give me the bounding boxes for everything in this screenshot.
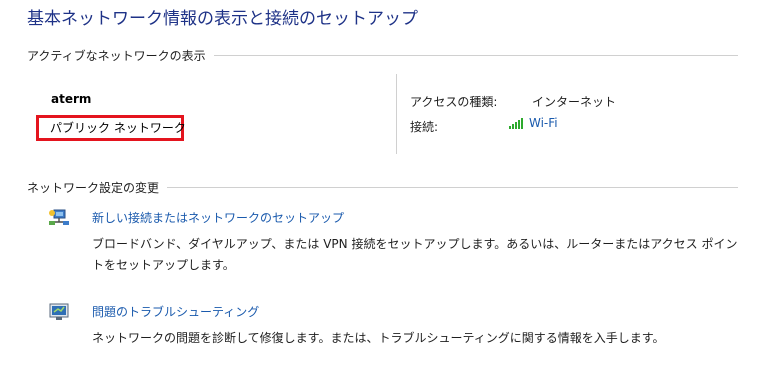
vertical-divider [396,74,397,154]
network-type-link[interactable]: パブリック ネットワーク [36,115,186,141]
network-name: aterm [51,92,92,106]
active-networks-label: アクティブなネットワークの表示 [27,48,206,63]
change-settings-header: ネットワーク設定の変更 [27,178,738,196]
section-divider [213,54,738,56]
troubleshoot-icon [48,303,70,321]
active-networks-header: アクティブなネットワークの表示 [27,46,738,64]
access-type-value: インターネット [532,95,617,109]
section-divider [167,186,738,188]
troubleshoot-link[interactable]: 問題のトラブルシューティング [92,303,259,320]
wifi-connection-link[interactable]: Wi-Fi [509,116,558,130]
change-settings-label: ネットワーク設定の変更 [27,180,160,195]
access-type-label: アクセスの種類: [410,95,498,109]
wifi-signal-icon [509,117,524,129]
setup-connection-link[interactable]: 新しい接続またはネットワークのセットアップ [92,209,344,226]
page-title: 基本ネットワーク情報の表示と接続のセットアップ [27,9,418,29]
connection-label: 接続: [410,120,439,134]
troubleshoot-description: ネットワークの問題を診断して修復します。または、トラブルシューティングに関する情… [92,331,665,345]
network-setup-icon [48,209,70,227]
connection-value: Wi-Fi [529,116,558,130]
setup-connection-description: ブロードバンド、ダイヤルアップ、または VPN 接続をセットアップします。あるい… [92,237,738,272]
